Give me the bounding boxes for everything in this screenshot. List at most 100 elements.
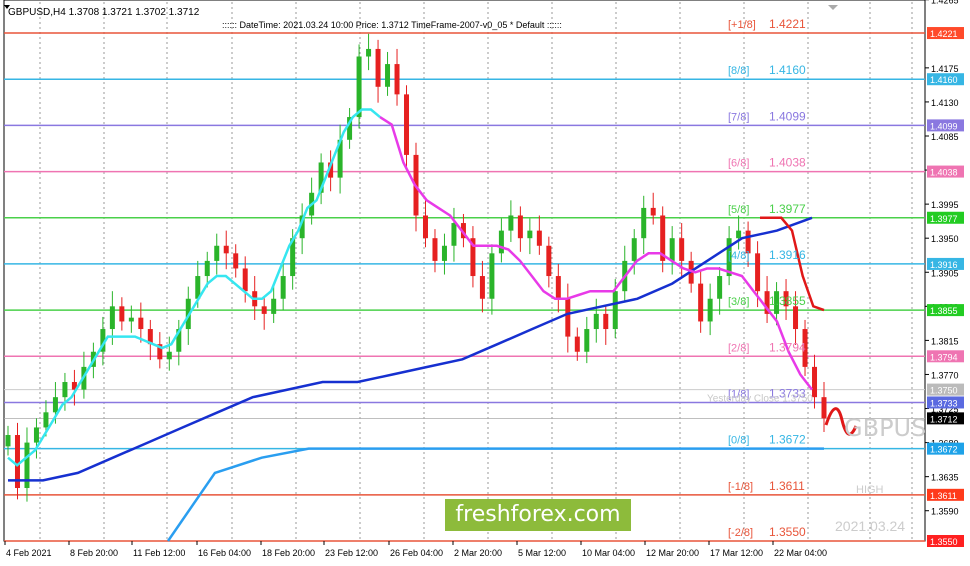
price-tick-label: 1.4265 xyxy=(931,0,959,6)
candle-body xyxy=(404,94,410,155)
candle-body xyxy=(422,215,428,239)
murrey-level-value: 1.3916 xyxy=(769,248,806,262)
price-tick-label: 1.3635 xyxy=(931,473,959,483)
price-tag-label: 1.4038 xyxy=(930,168,958,178)
candle-body xyxy=(223,245,229,254)
candle-body xyxy=(33,427,39,443)
candle-body xyxy=(52,397,58,413)
candle-body xyxy=(821,397,827,419)
price-tag-label: 1.3672 xyxy=(930,445,958,455)
candle-body xyxy=(574,336,580,352)
time-tick-label: 12 Mar 20:00 xyxy=(646,548,699,558)
candle-body xyxy=(536,230,542,246)
candle-body xyxy=(479,276,485,299)
candle-body xyxy=(441,245,447,261)
price-tick-label: 1.4085 xyxy=(931,132,959,142)
candle-body xyxy=(755,253,761,292)
murrey-level-name: [2/8] xyxy=(728,342,749,354)
candle-body xyxy=(793,306,799,330)
candle-body xyxy=(356,56,362,118)
murrey-level-name: [3/8] xyxy=(728,296,749,308)
time-tick-label: 5 Mar 12:00 xyxy=(518,548,566,558)
price-chart[interactable]: [+2/8]1.4282[+1/8]1.4221[8/8]1.4160[7/8]… xyxy=(0,0,970,566)
candle-body xyxy=(5,435,11,447)
date-watermark: 2021.03.24 xyxy=(835,518,905,534)
murrey-level-name: [4/8] xyxy=(728,250,749,262)
price-tag-label: 1.3733 xyxy=(930,398,958,408)
candle-body xyxy=(385,64,391,87)
candle-body xyxy=(366,48,372,57)
price-tag-label: 1.3750 xyxy=(930,386,958,396)
price-tick-label: 1.3995 xyxy=(931,200,959,210)
price-tick-label: 1.3770 xyxy=(931,370,959,380)
murrey-level-value: 1.4221 xyxy=(769,17,806,31)
price-tag-label: 1.3977 xyxy=(930,214,958,224)
candle-body xyxy=(555,276,561,299)
time-tick-label: 26 Feb 04:00 xyxy=(390,548,443,558)
yesterday-close-label: Yesterday Close 1.3750 xyxy=(707,394,813,405)
candle-body xyxy=(43,412,49,428)
time-tick-label: 10 Mar 04:00 xyxy=(582,548,635,558)
price-tick-label: 1.3815 xyxy=(931,336,959,346)
candle-body xyxy=(717,276,723,299)
price-tag-label: 1.4099 xyxy=(930,121,958,131)
info-line: :::::: DateTime: 2021.03.24 10:00 Price:… xyxy=(222,20,562,30)
time-tick-label: 4 Feb 2021 xyxy=(6,548,52,558)
time-tick-label: 23 Feb 12:00 xyxy=(325,548,378,558)
candle-body xyxy=(593,313,599,330)
candle-body xyxy=(166,351,172,360)
murrey-level-value: 1.4038 xyxy=(769,156,806,170)
candle-body xyxy=(736,230,742,239)
time-tick-label: 18 Feb 20:00 xyxy=(262,548,315,558)
candle-body xyxy=(432,238,438,261)
price-tick-label: 1.4130 xyxy=(931,98,959,108)
price-tag-label: 1.3550 xyxy=(930,537,958,547)
time-tick-label: 17 Mar 12:00 xyxy=(710,548,763,558)
time-tick-label: 2 Mar 20:00 xyxy=(454,548,502,558)
murrey-level-value: 1.3794 xyxy=(769,340,806,354)
candle-body xyxy=(109,306,115,330)
murrey-level-value: 1.3977 xyxy=(769,202,806,216)
price-tag-label: 1.4160 xyxy=(930,75,958,85)
freshforex-watermark: freshforex.com xyxy=(445,499,631,531)
candle-body xyxy=(517,215,523,239)
time-tick-label: 16 Feb 04:00 xyxy=(198,548,251,558)
murrey-level-name: [5/8] xyxy=(728,204,749,216)
time-tick-label: 22 Mar 04:00 xyxy=(774,548,827,558)
candle-body xyxy=(565,298,571,337)
price-tag-label: 1.3712 xyxy=(930,414,958,424)
murrey-level-name: [6/8] xyxy=(728,158,749,170)
candle-body xyxy=(62,382,68,398)
price-tick-label: 1.4175 xyxy=(931,64,959,74)
candle-body xyxy=(214,245,220,261)
murrey-level-name: [0/8] xyxy=(728,435,749,447)
time-tick-label: 8 Feb 20:00 xyxy=(70,548,118,558)
time-tick-label: 11 Feb 12:00 xyxy=(133,548,185,558)
candle-body xyxy=(128,317,134,322)
murrey-level-name: [7/8] xyxy=(728,111,749,123)
candle-body xyxy=(546,245,552,277)
murrey-level-value: 1.4099 xyxy=(769,109,806,123)
candle-body xyxy=(451,223,457,246)
candle-body xyxy=(641,207,647,239)
price-tag-label: 1.3916 xyxy=(930,260,958,270)
candle-body xyxy=(271,298,277,314)
candle-body xyxy=(375,48,381,87)
candle-body xyxy=(394,64,400,95)
candle-body xyxy=(498,230,504,254)
murrey-level-value: 1.3550 xyxy=(769,525,806,539)
chart-title: GBPUSD,H4 1.3708 1.3721 1.3702 1.3712 xyxy=(8,7,200,18)
candle-body xyxy=(584,329,590,352)
candle-body xyxy=(603,313,609,330)
candle-body xyxy=(508,215,514,231)
candle-body xyxy=(261,306,267,314)
candle-body xyxy=(233,253,239,269)
candle-body xyxy=(707,298,713,322)
candle-body xyxy=(280,276,286,299)
candle-body xyxy=(612,291,618,330)
price-tick-label: 1.3590 xyxy=(931,507,959,517)
candle-body xyxy=(698,283,704,322)
price-tag-label: 1.4221 xyxy=(930,29,958,39)
candle-body xyxy=(650,207,656,216)
high-label: HIGH xyxy=(856,484,884,496)
